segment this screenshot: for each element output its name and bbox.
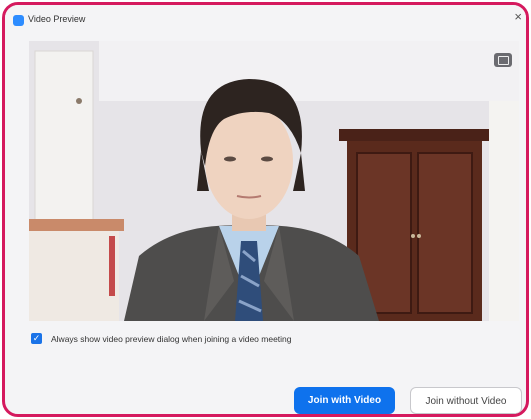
camera-toggle-icon[interactable] (494, 53, 512, 67)
join-with-video-button[interactable]: Join with Video (294, 387, 395, 414)
always-show-preview-checkbox[interactable]: ✓ (31, 333, 42, 344)
join-without-video-button[interactable]: Join without Video (410, 387, 522, 414)
camera-feed-image (29, 41, 519, 321)
always-show-preview-label: Always show video preview dialog when jo… (51, 333, 292, 344)
close-icon[interactable]: × (514, 10, 522, 24)
title-bar: Video Preview × (5, 5, 526, 31)
video-preview-dialog: Video Preview × ✓ Always show video prev… (2, 2, 529, 417)
window-title: Video Preview (28, 14, 86, 24)
video-preview (29, 41, 519, 321)
zoom-app-icon (13, 15, 24, 26)
always-show-preview-option[interactable]: ✓ Always show video preview dialog when … (31, 333, 292, 344)
